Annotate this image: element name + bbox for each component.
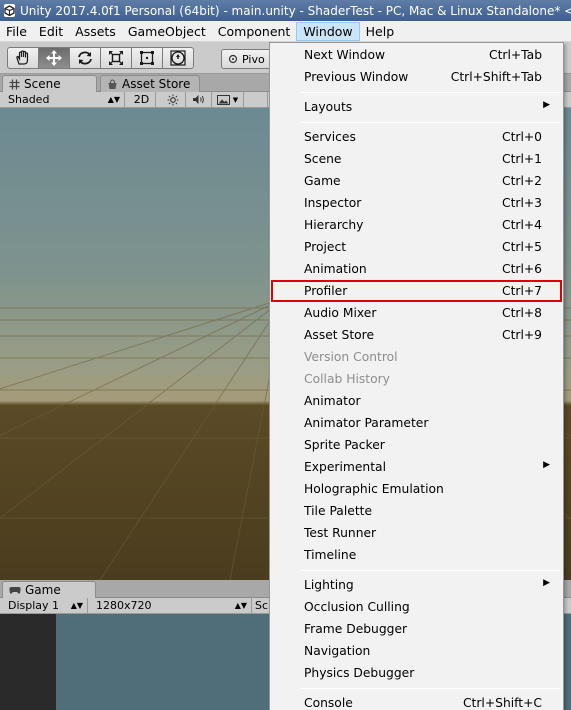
menu-item-collab-history: Collab History <box>304 372 390 386</box>
display-value: Display 1 <box>8 599 60 612</box>
resolution-value: 1280x720 <box>96 599 152 612</box>
tab-scene-label: Scene <box>24 77 61 91</box>
window-title: Unity 2017.4.0f1 Personal (64bit) - main… <box>20 3 571 18</box>
menu-item-animator[interactable]: Animator <box>271 390 562 412</box>
menu-item-lighting[interactable]: Lighting ▶ <box>271 574 562 596</box>
image-icon <box>216 94 230 105</box>
transform-tools <box>7 47 194 69</box>
pivot-icon <box>228 54 238 64</box>
menu-item-previous-window[interactable]: Previous Window Ctrl+Shift+Tab <box>271 66 562 88</box>
menu-edit[interactable]: Edit <box>33 22 69 41</box>
menu-item-tile-palette[interactable]: Tile Palette <box>271 500 562 522</box>
tab-game[interactable]: Game <box>2 581 96 598</box>
menu-item-navigation[interactable]: Navigation <box>271 640 562 662</box>
menu-bar: File Edit Assets GameObject Component Wi… <box>0 21 571 42</box>
menu-separator <box>300 688 560 689</box>
menu-item-hierarchy[interactable]: Hierarchy Ctrl+4 <box>271 214 562 236</box>
menu-item-console[interactable]: Console Ctrl+Shift+C <box>271 692 562 710</box>
tab-asset-store[interactable]: Asset Store <box>100 75 200 92</box>
unity-logo-icon <box>4 4 15 17</box>
menu-item-next-window[interactable]: Next Window Ctrl+Tab <box>271 44 562 66</box>
submenu-arrow-icon: ▶ <box>543 578 550 588</box>
rotate-tool-icon[interactable] <box>69 47 101 69</box>
menu-item-animation[interactable]: Animation Ctrl+6 <box>271 258 562 280</box>
hand-tool-icon[interactable] <box>7 47 39 69</box>
sun-icon <box>167 94 178 105</box>
tab-asset-store-label: Asset Store <box>122 77 191 91</box>
menu-file[interactable]: File <box>0 22 33 41</box>
resolution-dropdown[interactable]: 1280x720 ▲▼ <box>88 598 252 613</box>
menu-item-sprite-packer[interactable]: Sprite Packer <box>271 434 562 456</box>
menu-item-game[interactable]: Game Ctrl+2 <box>271 170 562 192</box>
menu-item-timeline[interactable]: Timeline <box>271 544 562 566</box>
menu-item-audio-mixer[interactable]: Audio Mixer Ctrl+8 <box>271 302 562 324</box>
pivot-label: Pivo <box>242 52 265 66</box>
dropdown-arrow-icon: ▲▼ <box>70 601 83 610</box>
menu-item-frame-debugger[interactable]: Frame Debugger <box>271 618 562 640</box>
menu-item-holographic-emulation[interactable]: Holographic Emulation <box>271 478 562 500</box>
menu-item-experimental[interactable]: Experimental ▶ <box>271 456 562 478</box>
menu-item-project[interactable]: Project Ctrl+5 <box>271 236 562 258</box>
shading-mode-value: Shaded <box>8 93 50 106</box>
menu-item-asset-store[interactable]: Asset Store Ctrl+9 <box>271 324 562 346</box>
scale-label: Sc <box>255 599 269 612</box>
game-letterbox <box>0 614 56 710</box>
window-menu: Next Window Ctrl+Tab Previous Window Ctrl+… <box>269 42 564 710</box>
speaker-icon <box>193 95 204 104</box>
grid-icon <box>9 79 20 89</box>
title-bar: Unity 2017.4.0f1 Personal (64bit) - main… <box>0 0 571 21</box>
menu-item-animator-parameter[interactable]: Animator Parameter <box>271 412 562 434</box>
game-controller-icon <box>9 587 21 594</box>
shading-mode-dropdown[interactable]: Shaded ▲▼ <box>0 92 125 107</box>
submenu-arrow-icon: ▶ <box>543 460 550 470</box>
tab-game-label: Game <box>25 583 61 597</box>
display-dropdown[interactable]: Display 1 ▲▼ <box>0 598 88 613</box>
menu-item-occlusion-culling[interactable]: Occlusion Culling <box>271 596 562 618</box>
menu-item-inspector[interactable]: Inspector Ctrl+3 <box>271 192 562 214</box>
transform-tool-icon[interactable] <box>162 47 194 69</box>
dropdown-arrow-icon: ▼ <box>232 95 239 104</box>
scene-audio-toggle[interactable] <box>186 92 212 107</box>
menu-separator <box>300 122 560 123</box>
menu-item-services[interactable]: Services Ctrl+0 <box>271 126 562 148</box>
menu-separator <box>300 92 560 93</box>
menu-window[interactable]: Window <box>296 21 360 41</box>
dropdown-arrow-icon: ▲▼ <box>107 95 120 104</box>
menu-item-version-control: Version Control <box>304 350 398 364</box>
move-tool-icon[interactable] <box>38 47 70 69</box>
scene-lighting-toggle[interactable] <box>160 92 186 107</box>
menu-item-scene[interactable]: Scene Ctrl+1 <box>271 148 562 170</box>
menu-gameobject[interactable]: GameObject <box>122 22 212 41</box>
menu-item-layouts[interactable]: Layouts ▶ <box>271 96 562 118</box>
rect-tool-icon[interactable] <box>131 47 163 69</box>
menu-item-test-runner[interactable]: Test Runner <box>271 522 562 544</box>
menu-item-physics-debugger[interactable]: Physics Debugger <box>271 662 562 684</box>
2d-mode-toggle[interactable]: 2D <box>128 92 156 107</box>
scene-effects-dropdown[interactable]: ▼ <box>212 92 244 107</box>
menu-separator <box>300 570 560 571</box>
scale-tool-icon[interactable] <box>100 47 132 69</box>
menu-item-profiler[interactable]: Profiler Ctrl+7 <box>271 280 562 302</box>
menu-help[interactable]: Help <box>360 22 401 41</box>
asset-store-icon <box>108 78 117 89</box>
menu-component[interactable]: Component <box>212 22 297 41</box>
2d-mode-label: 2D <box>133 93 150 106</box>
scene-more-button[interactable] <box>244 92 268 107</box>
dropdown-arrow-icon: ▲▼ <box>234 601 247 610</box>
submenu-arrow-icon: ▶ <box>543 100 550 110</box>
tab-scene[interactable]: Scene <box>2 75 97 92</box>
menu-assets[interactable]: Assets <box>69 22 122 41</box>
